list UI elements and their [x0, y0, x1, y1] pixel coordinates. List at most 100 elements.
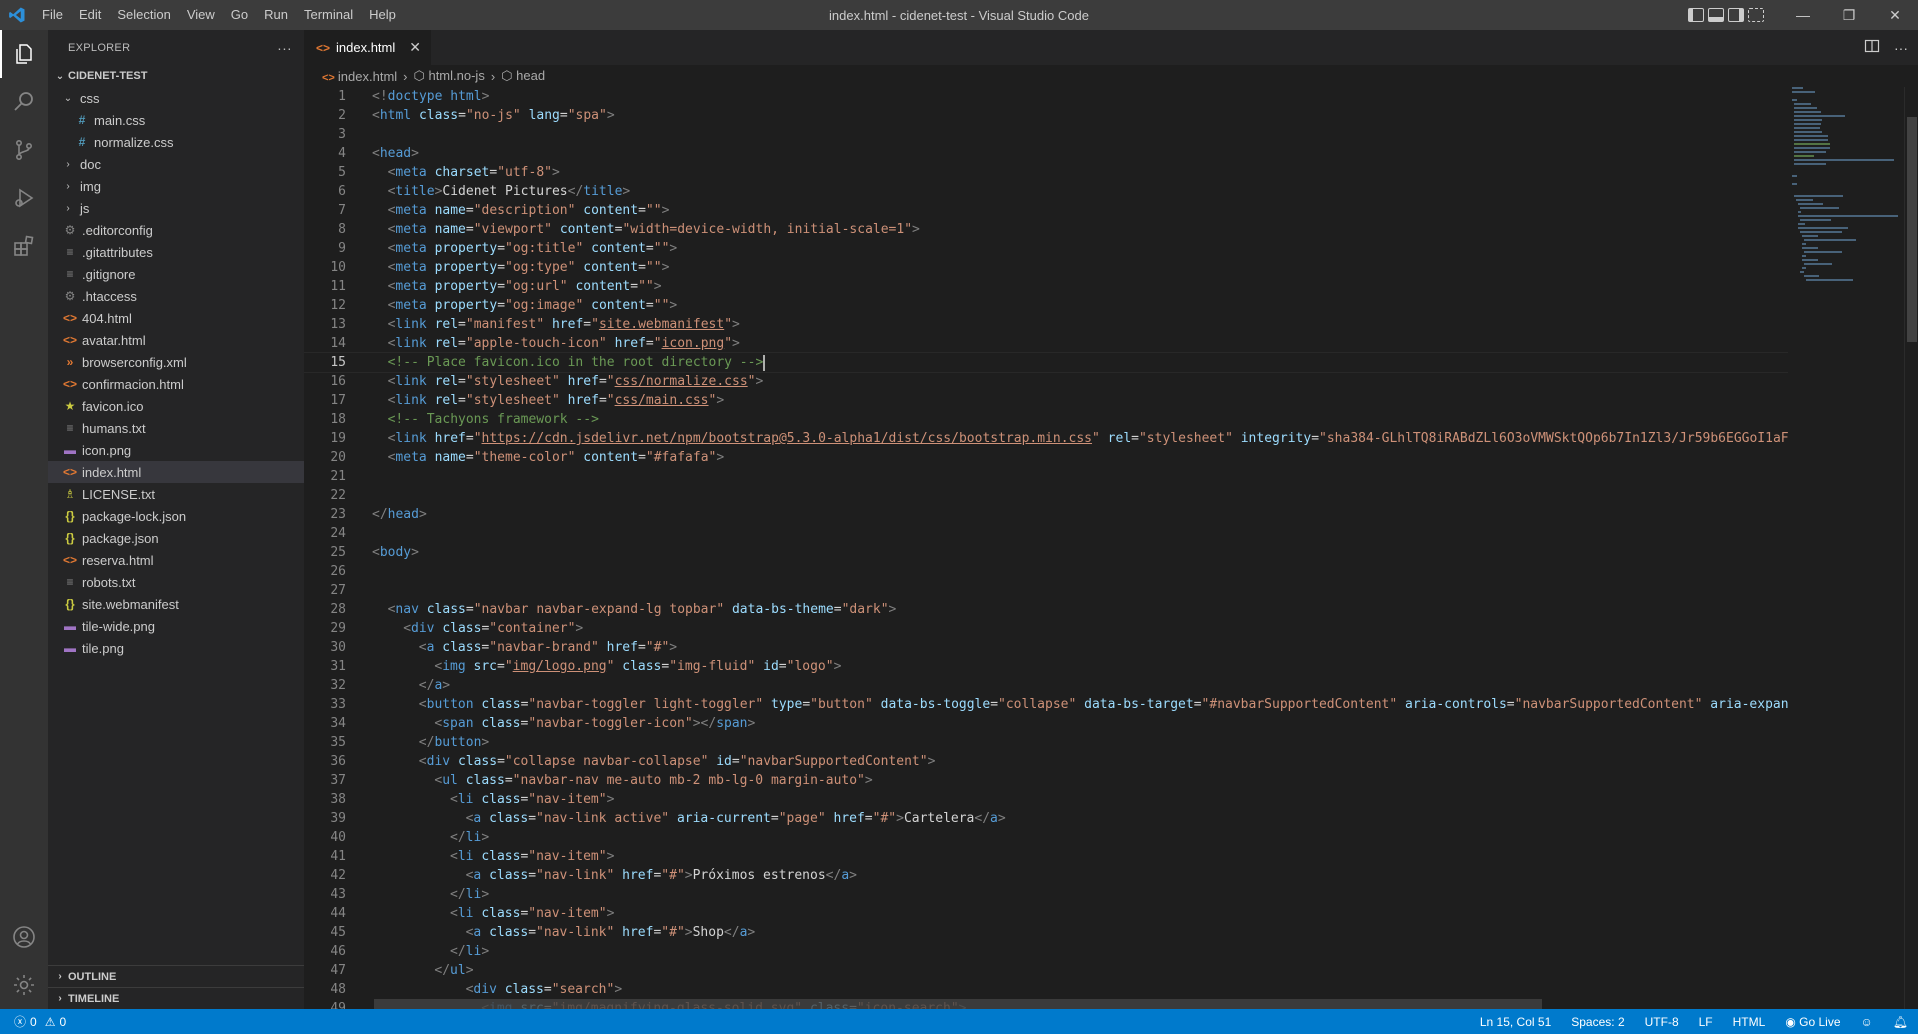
tree-item-reserva-html[interactable]: <> reserva.html: [48, 549, 304, 571]
code-line[interactable]: 18 <!-- Tachyons framework -->: [304, 410, 1788, 429]
scrollbar-thumb[interactable]: [1907, 117, 1917, 342]
breadcrumb-item[interactable]: ⬡ head: [501, 68, 545, 84]
code-line[interactable]: 16 <link rel="stylesheet" href="css/norma…: [304, 372, 1788, 391]
outline-section[interactable]: › OUTLINE: [48, 965, 304, 987]
restore-button[interactable]: ❐: [1826, 0, 1872, 30]
code-line[interactable]: 41 <li class="nav-item">: [304, 847, 1788, 866]
code-line[interactable]: 33 <button class="navbar-toggler light-to…: [304, 695, 1788, 714]
code-line[interactable]: 3: [304, 125, 1788, 144]
menu-help[interactable]: Help: [361, 0, 404, 30]
code-line[interactable]: 25 <body>: [304, 543, 1788, 562]
breadcrumb-item[interactable]: <> index.html: [322, 69, 397, 84]
tree-item-editorconfig[interactable]: ⚙ .editorconfig: [48, 219, 304, 241]
code-line[interactable]: 8 <meta name="viewport" content="width=de…: [304, 220, 1788, 239]
tab-index-html[interactable]: <> index.html ✕: [304, 30, 431, 65]
code-line[interactable]: 10 <meta property="og:type" content="">: [304, 258, 1788, 277]
tree-item-css[interactable]: ⌄ css: [48, 87, 304, 109]
code-line[interactable]: 35 </button>: [304, 733, 1788, 752]
tree-item-icon-png[interactable]: ▬ icon.png: [48, 439, 304, 461]
code-line[interactable]: 15 <!-- Place favicon.ico in the root dir…: [304, 352, 1788, 373]
run-debug-icon[interactable]: [0, 174, 48, 222]
tree-item-doc[interactable]: › doc: [48, 153, 304, 175]
menu-go[interactable]: Go: [223, 0, 256, 30]
code-line[interactable]: 9 <meta property="og:title" content="">: [304, 239, 1788, 258]
code-line[interactable]: 2 <html class="no-js" lang="spa">: [304, 106, 1788, 125]
notifications-bell-icon[interactable]: 🔔︎: [1893, 1015, 1908, 1029]
code-line[interactable]: 37 <ul class="navbar-nav me-auto mb-2 mb-…: [304, 771, 1788, 790]
more-actions-icon[interactable]: ···: [277, 40, 292, 56]
workspace-root-header[interactable]: ⌄ CIDENET-TEST: [48, 65, 304, 87]
code-line[interactable]: 5 <meta charset="utf-8">: [304, 163, 1788, 182]
code-line[interactable]: 47 </ul>: [304, 961, 1788, 980]
menu-edit[interactable]: Edit: [71, 0, 109, 30]
minimize-button[interactable]: —: [1780, 0, 1826, 30]
code-line[interactable]: 13 <link rel="manifest" href="site.webman…: [304, 315, 1788, 334]
code-line[interactable]: 45 <a class="nav-link" href="#">Shop</a>: [304, 923, 1788, 942]
go-live-button[interactable]: ◉ Go Live: [1785, 1015, 1840, 1029]
code-line[interactable]: 39 <a class="nav-link active" aria-curren…: [304, 809, 1788, 828]
code-line[interactable]: 34 <span class="navbar-toggler-icon"></sp…: [304, 714, 1788, 733]
horizontal-scrollbar[interactable]: [374, 999, 1542, 1009]
code-line[interactable]: 32 </a>: [304, 676, 1788, 695]
toggle-secondary-sidebar-icon[interactable]: [1728, 8, 1744, 22]
code-line[interactable]: 20 <meta name="theme-color" content="#faf…: [304, 448, 1788, 467]
code-line[interactable]: 36 <div class="collapse navbar-collapse" …: [304, 752, 1788, 771]
explorer-icon[interactable]: [0, 30, 48, 78]
account-icon[interactable]: [0, 913, 48, 961]
toggle-panel-icon[interactable]: [1708, 8, 1724, 22]
menu-file[interactable]: File: [34, 0, 71, 30]
language-mode[interactable]: HTML: [1733, 1015, 1766, 1029]
tree-item-humans-txt[interactable]: ≡ humans.txt: [48, 417, 304, 439]
code-line[interactable]: 4 <head>: [304, 144, 1788, 163]
code-line[interactable]: 22: [304, 486, 1788, 505]
code-line[interactable]: 24: [304, 524, 1788, 543]
code-line[interactable]: 14 <link rel="apple-touch-icon" href="ico…: [304, 334, 1788, 353]
code-line[interactable]: 40 </li>: [304, 828, 1788, 847]
tree-item-package-json[interactable]: {} package.json: [48, 527, 304, 549]
menu-selection[interactable]: Selection: [109, 0, 178, 30]
code-line[interactable]: 17 <link rel="stylesheet" href="css/main.…: [304, 391, 1788, 410]
code-line[interactable]: 6 <title>Cidenet Pictures</title>: [304, 182, 1788, 201]
code-line[interactable]: 7 <meta name="description" content="">: [304, 201, 1788, 220]
menu-run[interactable]: Run: [256, 0, 296, 30]
tree-item-browserconfig-xml[interactable]: » browserconfig.xml: [48, 351, 304, 373]
code-line[interactable]: 27: [304, 581, 1788, 600]
tree-item-package-lock-json[interactable]: {} package-lock.json: [48, 505, 304, 527]
tree-item-confirmacion-html[interactable]: <> confirmacion.html: [48, 373, 304, 395]
code-line[interactable]: 30 <a class="navbar-brand" href="#">: [304, 638, 1788, 657]
code-line[interactable]: 46 </li>: [304, 942, 1788, 961]
menu-terminal[interactable]: Terminal: [296, 0, 361, 30]
tree-item-favicon-ico[interactable]: ★ favicon.ico: [48, 395, 304, 417]
toggle-primary-sidebar-icon[interactable]: [1688, 8, 1704, 22]
cursor-position[interactable]: Ln 15, Col 51: [1480, 1015, 1551, 1029]
customize-layout-icon[interactable]: [1748, 8, 1764, 22]
tree-item-htaccess[interactable]: ⚙ .htaccess: [48, 285, 304, 307]
encoding[interactable]: UTF-8: [1645, 1015, 1679, 1029]
timeline-section[interactable]: › TIMELINE: [48, 987, 304, 1009]
code-line[interactable]: 29 <div class="container">: [304, 619, 1788, 638]
tree-item-index-html[interactable]: <> index.html: [48, 461, 304, 483]
code-line[interactable]: 1 <!doctype html>: [304, 87, 1788, 106]
code-line[interactable]: 38 <li class="nav-item">: [304, 790, 1788, 809]
tree-item-avatar-html[interactable]: <> avatar.html: [48, 329, 304, 351]
tree-item-gitignore[interactable]: ≡ .gitignore: [48, 263, 304, 285]
menu-view[interactable]: View: [179, 0, 223, 30]
tree-item-tile-png[interactable]: ▬ tile.png: [48, 637, 304, 659]
tree-item-main-css[interactable]: # main.css: [48, 109, 304, 131]
code-line[interactable]: 21: [304, 467, 1788, 486]
search-icon[interactable]: [0, 78, 48, 126]
tree-item-tile-wide-png[interactable]: ▬ tile-wide.png: [48, 615, 304, 637]
tree-item-404-html[interactable]: <> 404.html: [48, 307, 304, 329]
code-line[interactable]: 26: [304, 562, 1788, 581]
source-control-icon[interactable]: [0, 126, 48, 174]
code-line[interactable]: 43 </li>: [304, 885, 1788, 904]
tree-item-normalize-css[interactable]: # normalize.css: [48, 131, 304, 153]
code-line[interactable]: 31 <img src="img/logo.png" class="img-flu…: [304, 657, 1788, 676]
code-line[interactable]: 28 <nav class="navbar navbar-expand-lg to…: [304, 600, 1788, 619]
settings-gear-icon[interactable]: [0, 961, 48, 1009]
code-line[interactable]: 42 <a class="nav-link" href="#">Próximos …: [304, 866, 1788, 885]
tree-item-js[interactable]: › js: [48, 197, 304, 219]
end-of-line[interactable]: LF: [1699, 1015, 1713, 1029]
problems-indicator[interactable]: ⓧ 0 ⚠ 0: [0, 1013, 66, 1030]
minimap[interactable]: [1788, 87, 1904, 1009]
